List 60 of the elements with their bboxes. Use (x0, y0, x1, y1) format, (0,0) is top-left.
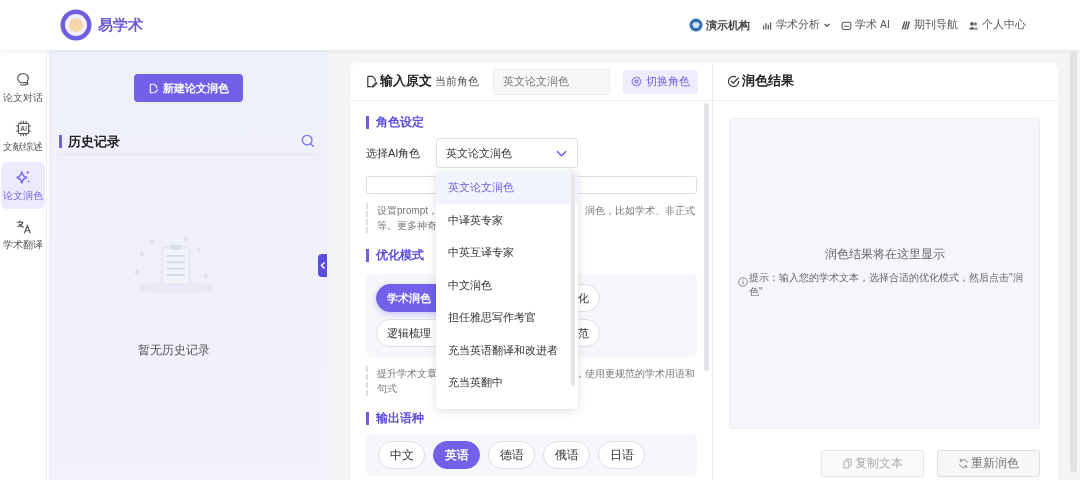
nav-link[interactable]: 个人中心 (968, 18, 1026, 32)
globe-icon (689, 18, 704, 32)
settings-icon (631, 76, 642, 87)
chat-bubbles-icon (14, 70, 32, 88)
language-chip[interactable]: 日语 (598, 441, 645, 469)
section-title: 输出语种 (366, 412, 697, 425)
current-role-field: 英文论文润色 (493, 68, 610, 95)
switch-role-button[interactable]: 切换角色 (623, 69, 698, 94)
ai-chip-icon (14, 119, 32, 137)
hint-text: ，使用更规范的学术用语和 (575, 367, 695, 381)
hint-text: 润色，比如学术、非正式 (585, 204, 695, 218)
current-role-label: 当前角色 (435, 74, 479, 89)
hint-text: 提升学术文章 句式 (377, 367, 437, 396)
new-polish-button[interactable]: 新建论文润色 (133, 74, 243, 102)
scrollbar[interactable] (1070, 52, 1077, 472)
info-icon (738, 277, 748, 287)
chevron-down-icon (555, 148, 568, 158)
repolish-button[interactable]: 重新润色 (937, 450, 1040, 477)
scrollbar[interactable] (704, 103, 709, 371)
select-label: 选择AI角色 (366, 145, 422, 161)
check-circle-icon (727, 75, 740, 88)
panel-title: 润色结果 (742, 73, 794, 90)
history-title: 历史记录 (59, 134, 120, 148)
nav-link[interactable]: 学术分析 (762, 18, 832, 32)
caret-icon (823, 21, 832, 29)
result-text-area[interactable]: 润色结果将在这里显示 提示：输入您的学术文本，选择合适的优化模式，然后点击"润色" (729, 118, 1040, 429)
result-placeholder: 润色结果将在这里显示 (824, 246, 945, 263)
language-chip[interactable]: 德语 (488, 441, 535, 469)
dropdown-option[interactable]: 中英互译专家 (436, 236, 578, 269)
sparkle-icon (14, 168, 32, 186)
rail-item[interactable]: 论文润色 (1, 162, 45, 209)
dropdown-option[interactable]: 中译英专家 (436, 203, 578, 236)
bar-chart-icon (762, 19, 774, 31)
tip-text: 提示：输入您的学术文本，选择合适的优化模式，然后点击"润色" (749, 271, 1024, 299)
nav-link[interactable]: 演示机构 (689, 17, 751, 33)
rail-item[interactable]: 学术翻译 (1, 211, 45, 258)
search-icon[interactable] (301, 134, 315, 148)
copy-icon (842, 458, 853, 469)
refresh-icon (958, 458, 969, 469)
rail-item[interactable]: 文献综述 (1, 113, 45, 160)
language-chip[interactable]: 俄语 (543, 441, 590, 469)
section-title: 角色设定 (366, 116, 697, 129)
empty-history-text: 暂无历史记录 (138, 343, 210, 358)
prompt-field[interactable] (366, 176, 697, 194)
seal-logo-icon (60, 9, 92, 41)
language-chip[interactable]: 英语 (433, 441, 480, 469)
panel-title: 输入原文 (380, 73, 432, 90)
role-select[interactable]: 英文论文润色 (436, 138, 578, 168)
edit-icon (365, 75, 378, 88)
edit-icon (147, 82, 159, 94)
rail-item[interactable]: 论文对话 (1, 64, 45, 111)
brand-name[interactable]: 易学术 (98, 15, 143, 35)
dropdown-option[interactable]: 充当英翻中 (436, 366, 578, 399)
chevron-left-icon (320, 261, 326, 270)
language-chip[interactable]: 中文 (378, 441, 425, 469)
dropdown-option[interactable]: 英文论文润色 (436, 171, 578, 204)
nav-link[interactable]: 期刊导航 (900, 18, 958, 32)
hint-text: 设置prompt， 等。更多神奇 (377, 204, 439, 233)
nav-link[interactable]: 学术 AI (841, 18, 890, 32)
people-icon (968, 19, 979, 31)
